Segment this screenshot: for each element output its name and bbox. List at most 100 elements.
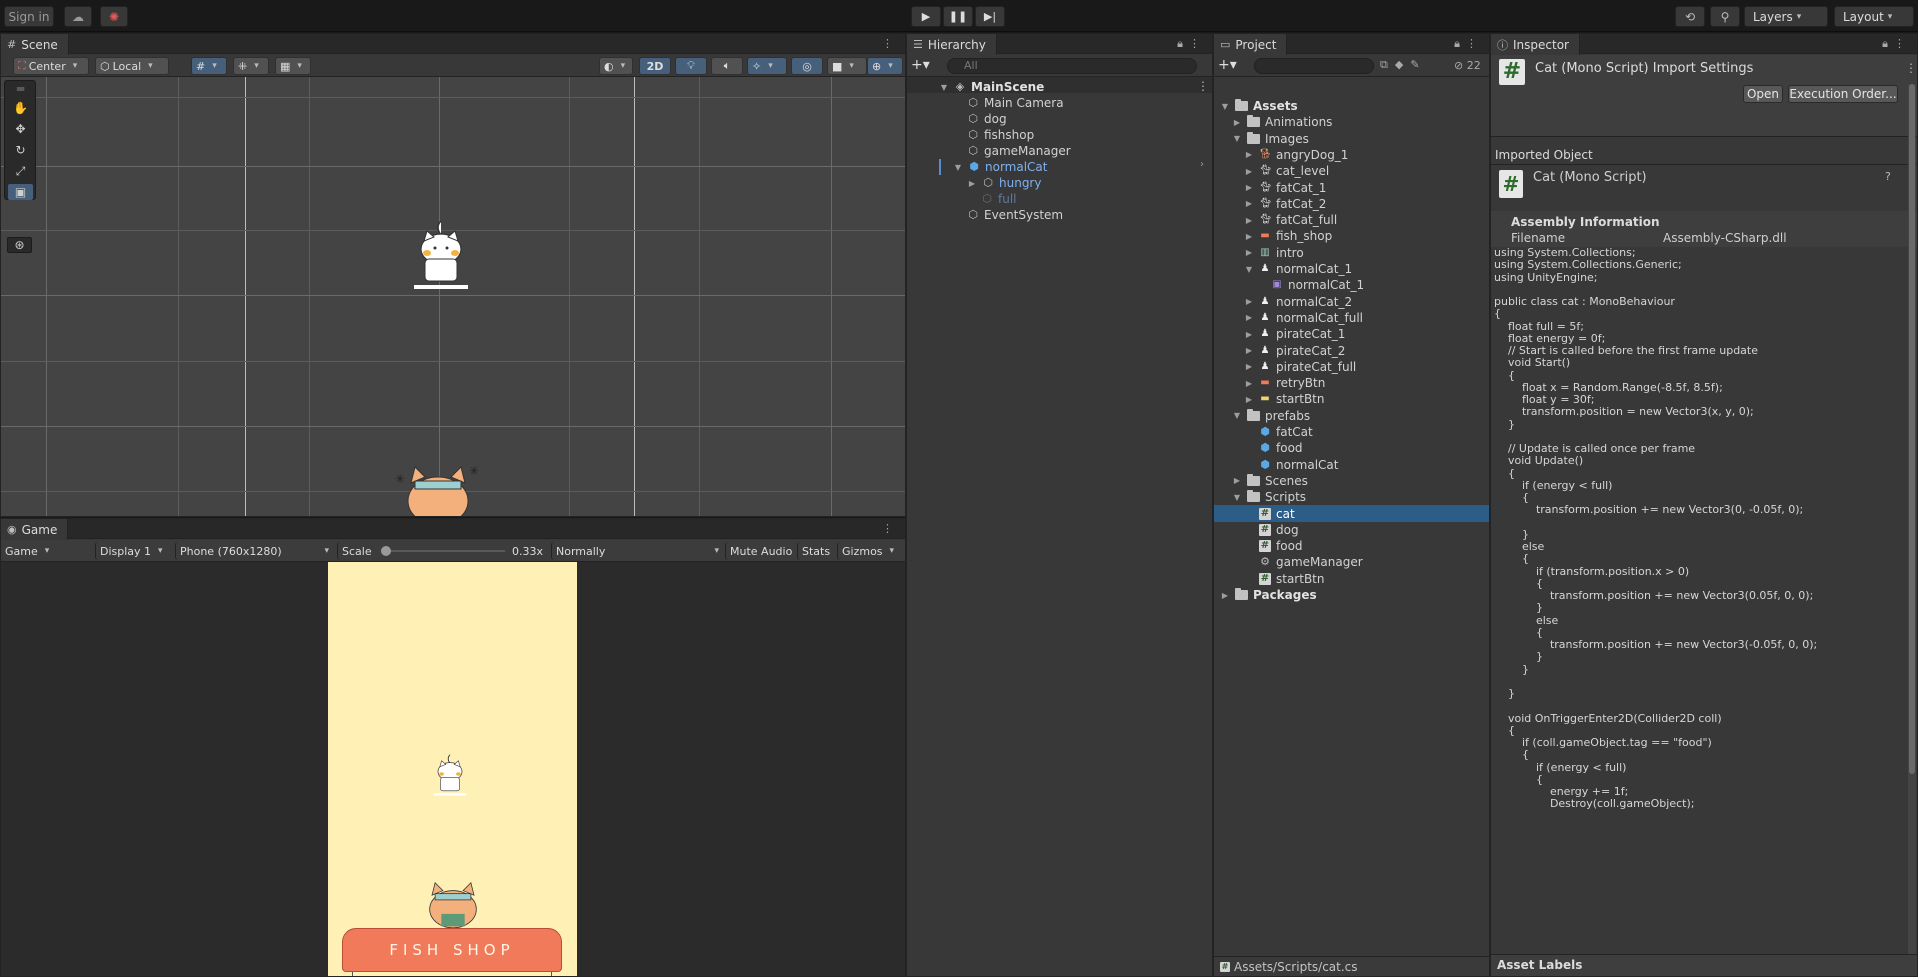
- hierarchy-item-fishshop[interactable]: ⬡ fishshop: [967, 127, 1034, 143]
- increment-snap-toggle[interactable]: ▦: [275, 57, 311, 75]
- collapsed-caret-icon[interactable]: ▶: [1244, 346, 1254, 355]
- scene-cat-sprite[interactable]: [411, 217, 471, 289]
- project-item-script-cat[interactable]: # cat: [1244, 506, 1295, 522]
- scene-menu-icon[interactable]: ⋮: [1197, 79, 1209, 93]
- grid-snap-toggle[interactable]: #: [191, 57, 227, 75]
- move-tool-icon[interactable]: ✥: [8, 121, 33, 137]
- transform-all-tool-icon[interactable]: ⊛: [7, 237, 32, 253]
- sign-in-button[interactable]: Sign in: [4, 6, 54, 27]
- collapsed-caret-icon[interactable]: ▶: [1244, 216, 1254, 225]
- expanded-caret-icon[interactable]: ▼: [1244, 265, 1254, 274]
- project-item-sprite-intro[interactable]: ▶ ▥ intro: [1244, 245, 1304, 261]
- audio-toggle[interactable]: 🔈︎: [711, 57, 743, 75]
- tab-scene[interactable]: # Scene: [1, 34, 69, 55]
- collab-icon[interactable]: ✺: [100, 6, 128, 27]
- stats-toggle[interactable]: Stats: [797, 542, 837, 560]
- hierarchy-item-gamemanager[interactable]: ⬡ gameManager: [967, 143, 1070, 159]
- gizmos-scene-dropdown[interactable]: ⊕: [867, 57, 903, 75]
- expanded-caret-icon[interactable]: ▼: [1220, 102, 1230, 111]
- inspector-scrollbar[interactable]: [1908, 84, 1916, 974]
- project-item-folder-assets[interactable]: ▼ Assets: [1220, 98, 1298, 114]
- create-asset-button[interactable]: +▾: [1218, 57, 1237, 73]
- project-item-folder-packages[interactable]: ▶ Packages: [1220, 587, 1317, 603]
- project-item-prefab-fatcat[interactable]: ⬢ fatCat: [1244, 424, 1313, 440]
- open-prefab-arrow-icon[interactable]: ›: [1200, 159, 1204, 170]
- hidden-packages-counter[interactable]: ⊘ 22: [1454, 59, 1481, 72]
- pivot-dropdown[interactable]: ⛶ Center: [13, 57, 89, 75]
- project-item-folder-scenes[interactable]: ▶ Scenes: [1232, 473, 1308, 489]
- add-object-button[interactable]: +▾: [911, 57, 930, 73]
- layers-dropdown[interactable]: Layers: [1744, 6, 1828, 27]
- collapsed-caret-icon[interactable]: ▶: [1244, 183, 1254, 192]
- draw-mode-dropdown[interactable]: ◐: [599, 57, 633, 75]
- tab-project[interactable]: ▭ Project: [1214, 34, 1288, 55]
- project-item-sprite-angrydog[interactable]: ▶ 🐕︎ angryDog_1: [1244, 147, 1349, 163]
- project-menu-icon[interactable]: 🔒︎⋮: [1454, 37, 1483, 51]
- scene-visibility-toggle[interactable]: ◎: [791, 57, 823, 75]
- cloud-icon[interactable]: ☁: [64, 6, 92, 27]
- hierarchy-item-mainscene[interactable]: ▼ ◈ MainScene: [939, 79, 1044, 95]
- project-item-script-gamemanager[interactable]: ⚙ gameManager: [1244, 554, 1363, 570]
- collapsed-caret-icon[interactable]: ▶: [1244, 395, 1254, 404]
- space-dropdown[interactable]: ⬡ Local: [95, 57, 169, 75]
- scale-tool-icon[interactable]: ⤢: [8, 163, 33, 179]
- game-viewport[interactable]: FISH SHOP: [1, 562, 905, 976]
- tab-hierarchy[interactable]: ☰ Hierarchy: [907, 34, 997, 55]
- gizmos-dropdown[interactable]: Gizmos: [837, 542, 905, 560]
- collapsed-caret-icon[interactable]: ▶: [1232, 476, 1242, 485]
- play-focus-dropdown[interactable]: Normally: [551, 542, 723, 560]
- collapsed-caret-icon[interactable]: ▶: [1244, 313, 1254, 322]
- layout-dropdown[interactable]: Layout: [1834, 6, 1914, 27]
- grid-visibility-toggle[interactable]: ⁜: [233, 57, 269, 75]
- expanded-caret-icon[interactable]: ▼: [1232, 134, 1242, 143]
- hierarchy-item-full[interactable]: ⬡ full: [981, 191, 1016, 207]
- project-item-sprite-startbtn[interactable]: ▶ ▬ startBtn: [1244, 391, 1325, 407]
- resolution-dropdown[interactable]: Phone (760x1280): [175, 542, 333, 560]
- step-button[interactable]: ▶|: [975, 6, 1005, 27]
- project-item-sprite-normalcat-2[interactable]: ▶ ♟ normalCat_2: [1244, 294, 1352, 310]
- project-item-folder-scripts[interactable]: ▼ Scripts: [1232, 489, 1306, 505]
- project-item-script-startbtn[interactable]: # startBtn: [1244, 571, 1325, 587]
- expanded-caret-icon[interactable]: ▼: [1232, 411, 1242, 420]
- project-item-sprite-piratecat-full[interactable]: ▶ ♟ pirateCat_full: [1244, 359, 1356, 375]
- project-filter-icons[interactable]: ⧉◆✎: [1380, 58, 1427, 72]
- collapsed-caret-icon[interactable]: ▶: [1244, 248, 1254, 257]
- project-item-sprite-retrybtn[interactable]: ▶ ▬ retryBtn: [1244, 375, 1325, 391]
- scene-viewport[interactable]: ✳ ✳: [1, 77, 905, 516]
- play-button[interactable]: ▶: [911, 6, 941, 27]
- header-menu-icon[interactable]: ⋮: [1905, 61, 1917, 75]
- hierarchy-item-eventsystem[interactable]: ⬡ EventSystem: [967, 207, 1063, 223]
- hierarchy-menu-icon[interactable]: 🔒︎⋮: [1177, 37, 1206, 51]
- collapsed-caret-icon[interactable]: ▶: [1244, 379, 1254, 388]
- help-icon[interactable]: ?: [1885, 170, 1891, 183]
- tab-game[interactable]: ◉ Game: [1, 519, 69, 540]
- hierarchy-item-main-camera[interactable]: ⬡ Main Camera: [967, 95, 1063, 111]
- collapsed-caret-icon[interactable]: ▶: [1244, 297, 1254, 306]
- hierarchy-search-input[interactable]: All: [947, 58, 1197, 74]
- project-item-sprite-cat-level[interactable]: ▶ 🐈︎ cat_level: [1244, 163, 1329, 179]
- hierarchy-item-dog[interactable]: ⬡ dog: [967, 111, 1006, 127]
- camera-dropdown[interactable]: ■: [827, 57, 867, 75]
- lighting-toggle[interactable]: 💡︎: [675, 57, 707, 75]
- search-icon[interactable]: ⚲: [1710, 6, 1740, 27]
- tab-inspector[interactable]: ⓘ Inspector: [1491, 34, 1580, 55]
- project-item-sprite-fatcat-2[interactable]: ▶ 🐈︎ fatCat_2: [1244, 196, 1326, 212]
- scale-slider[interactable]: [380, 545, 505, 557]
- project-item-sprite-fatcat-1[interactable]: ▶ 🐈︎ fatCat_1: [1244, 180, 1326, 196]
- collapsed-caret-icon[interactable]: ▶: [1244, 150, 1254, 159]
- expanded-caret-icon[interactable]: ▼: [1232, 493, 1242, 502]
- project-item-folder-prefabs[interactable]: ▼ prefabs: [1232, 408, 1310, 424]
- project-item-folder-animations[interactable]: ▶ Animations: [1232, 114, 1332, 130]
- collapsed-caret-icon[interactable]: ▶: [1244, 330, 1254, 339]
- execution-order-button[interactable]: Execution Order...: [1788, 85, 1898, 103]
- project-item-script-dog[interactable]: # dog: [1244, 522, 1299, 538]
- history-icon[interactable]: ⟲: [1675, 6, 1705, 27]
- hierarchy-item-normalcat[interactable]: ▼ ⬢ normalCat: [953, 159, 1048, 175]
- project-item-sprite-piratecat-1[interactable]: ▶ ♟ pirateCat_1: [1244, 326, 1345, 342]
- 2d-toggle[interactable]: 2D: [639, 57, 671, 75]
- project-item-script-food[interactable]: # food: [1244, 538, 1303, 554]
- project-item-subsprite-normalcat-1[interactable]: ▣ normalCat_1: [1256, 277, 1364, 293]
- collapsed-caret-icon[interactable]: ▶: [1244, 199, 1254, 208]
- display-dropdown[interactable]: Display 1: [95, 542, 173, 560]
- collapsed-caret-icon[interactable]: ▶: [1244, 362, 1254, 371]
